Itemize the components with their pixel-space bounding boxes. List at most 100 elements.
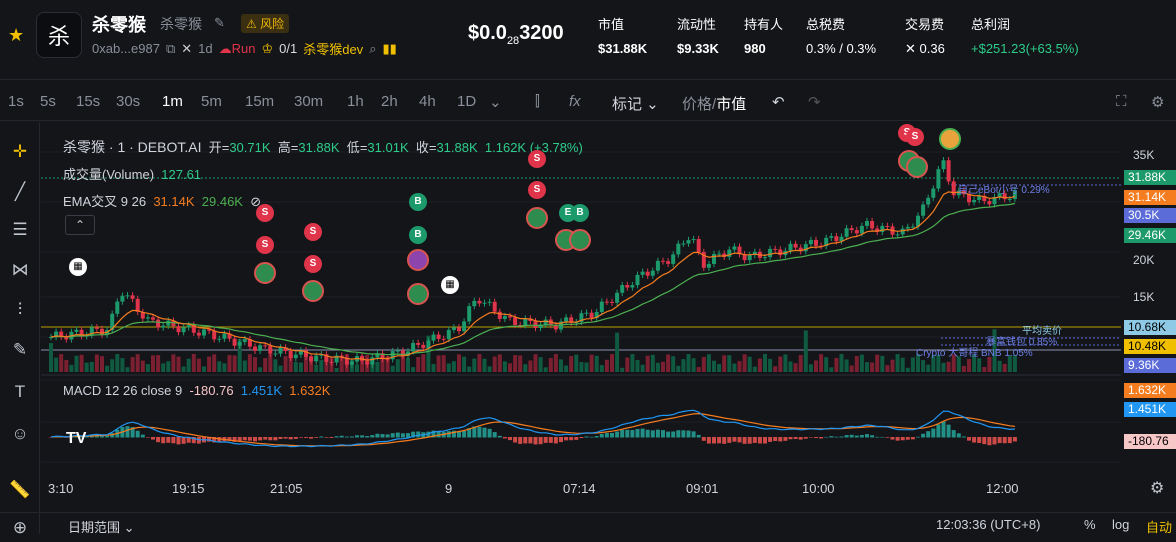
axis-settings-icon[interactable]: ⚙	[1150, 478, 1164, 498]
macd-hist-bar	[416, 431, 421, 438]
interval-15m[interactable]: 15m	[245, 93, 274, 110]
macd-hist-bar	[916, 436, 920, 438]
sell-marker[interactable]: S	[304, 255, 322, 273]
ruler-lines-icon[interactable]: ⫶	[6, 296, 34, 324]
candle-style-icon[interactable]: ⫿	[535, 93, 540, 110]
macd-hist-bar	[564, 437, 569, 441]
macd-hist-bar	[360, 435, 365, 438]
volume-bar	[273, 359, 278, 372]
macd-hist-bar	[314, 437, 319, 438]
sell-marker[interactable]: S	[304, 223, 322, 241]
copy-icon[interactable]: ⧉	[166, 41, 175, 57]
collapse-legend-button[interactable]: ⌃	[65, 215, 95, 235]
volume-bar	[788, 361, 793, 372]
trader-avatar[interactable]	[302, 280, 324, 302]
trader-avatar[interactable]	[526, 207, 548, 229]
undo-icon[interactable]: ↶	[772, 93, 785, 111]
interval-1h[interactable]: 1h	[347, 93, 364, 110]
volume-bar	[824, 357, 829, 372]
emoji-icon[interactable]: ☺	[6, 420, 34, 448]
macd-hist-bar	[961, 436, 966, 438]
open-value: 30.71K	[229, 140, 271, 155]
redo-icon[interactable]: ↷	[808, 93, 821, 111]
sell-marker[interactable]: S	[256, 204, 274, 222]
indicators-icon[interactable]: fx	[569, 93, 581, 110]
sell-marker[interactable]: S	[906, 128, 924, 146]
stat-label: 持有人	[744, 17, 784, 32]
interval-2h[interactable]: 2h	[381, 93, 398, 110]
volume-bar	[620, 367, 625, 372]
trader-avatar[interactable]	[939, 128, 961, 150]
crown-icon: ♔	[261, 40, 274, 56]
horizontal-lines-icon[interactable]: ☰	[6, 216, 34, 244]
volume-bar	[421, 354, 426, 372]
trader-avatar[interactable]	[569, 229, 591, 251]
fullscreen-icon[interactable]: ⛶	[1116, 93, 1127, 110]
interval-30s[interactable]: 30s	[116, 93, 140, 110]
volume-bar	[487, 366, 492, 372]
percent-toggle[interactable]: %	[1084, 517, 1096, 532]
interval-1m[interactable]: 1m	[162, 93, 183, 110]
stat-value: 980	[744, 41, 766, 56]
interval-5s[interactable]: 5s	[40, 93, 56, 110]
favorite-star-icon[interactable]: ★	[8, 25, 24, 46]
volume-bar	[130, 357, 135, 372]
date-range-button[interactable]: 日期范围 ⌄	[68, 517, 135, 536]
edit-icon[interactable]: ✎	[214, 15, 225, 31]
macd-hist-bar	[298, 437, 303, 438]
stat-value: +$251.23(+63.5%)	[971, 41, 1079, 56]
search-icon[interactable]: ⌕	[369, 41, 376, 57]
volume-bar	[161, 363, 166, 372]
trader-avatar[interactable]	[254, 262, 276, 284]
buy-marker[interactable]: B	[409, 226, 427, 244]
trader-avatar[interactable]	[906, 156, 928, 178]
macd-hist-bar	[956, 433, 961, 438]
pattern-icon[interactable]: ⋈	[6, 256, 34, 284]
brush-icon[interactable]: ✎	[6, 336, 34, 364]
volume-bar	[798, 354, 803, 372]
interval-1d[interactable]: 1D	[457, 93, 476, 110]
candle-body	[523, 318, 528, 326]
stat-label: 总利润	[971, 17, 1011, 32]
buy-marker[interactable]: B	[571, 204, 589, 222]
trendline-icon[interactable]: ╱	[6, 178, 34, 206]
settings-gear-icon[interactable]: ⚙	[1151, 93, 1164, 111]
text-tool-icon[interactable]: T	[6, 378, 34, 406]
price-toggle[interactable]: 价格/市值	[682, 93, 746, 114]
volume-bar	[1002, 363, 1007, 372]
interval-30m[interactable]: 30m	[294, 93, 323, 110]
sell-marker[interactable]: S	[528, 181, 546, 199]
interval-more-chevron-icon[interactable]: ⌄	[489, 93, 502, 111]
macd-hist-bar	[941, 421, 946, 438]
candle-body	[232, 338, 237, 346]
pixel-marker-icon[interactable]: ▦	[441, 276, 459, 294]
interval-4h[interactable]: 4h	[419, 93, 436, 110]
sell-marker[interactable]: S	[256, 236, 274, 254]
x-tick: 07:14	[563, 481, 596, 496]
pixel-marker-icon[interactable]: ▦	[69, 258, 87, 276]
volume-bar	[186, 358, 191, 372]
volume-bar	[497, 354, 502, 372]
log-toggle[interactable]: log	[1112, 517, 1129, 532]
macd-label-line: 1.451K	[1124, 402, 1176, 417]
macd-hist-bar	[375, 433, 380, 438]
measure-icon[interactable]: 📏	[6, 476, 34, 504]
volume-bar	[293, 361, 298, 372]
auto-toggle[interactable]: 自动	[1146, 517, 1172, 536]
crosshair-icon[interactable]: ✛	[6, 138, 34, 166]
trader-avatar[interactable]	[407, 249, 429, 271]
buy-marker[interactable]: B	[409, 193, 427, 211]
volume-bar	[94, 354, 99, 372]
dev-wallet-icon[interactable]: ▮▮	[382, 41, 396, 57]
interval-5m[interactable]: 5m	[201, 93, 222, 110]
mark-dropdown[interactable]: 标记 ⌄	[612, 93, 659, 114]
interval-15s[interactable]: 15s	[76, 93, 100, 110]
macd-hist-bar	[773, 437, 778, 441]
ema-fast-value: 31.14K	[153, 194, 195, 209]
volume-bar	[747, 356, 752, 372]
sell-marker[interactable]: S	[528, 150, 546, 168]
dev-label[interactable]: 杀零猴dev	[303, 39, 363, 58]
trader-avatar[interactable]	[407, 283, 429, 305]
interval-1s[interactable]: 1s	[8, 93, 24, 110]
candle-body	[273, 353, 278, 355]
